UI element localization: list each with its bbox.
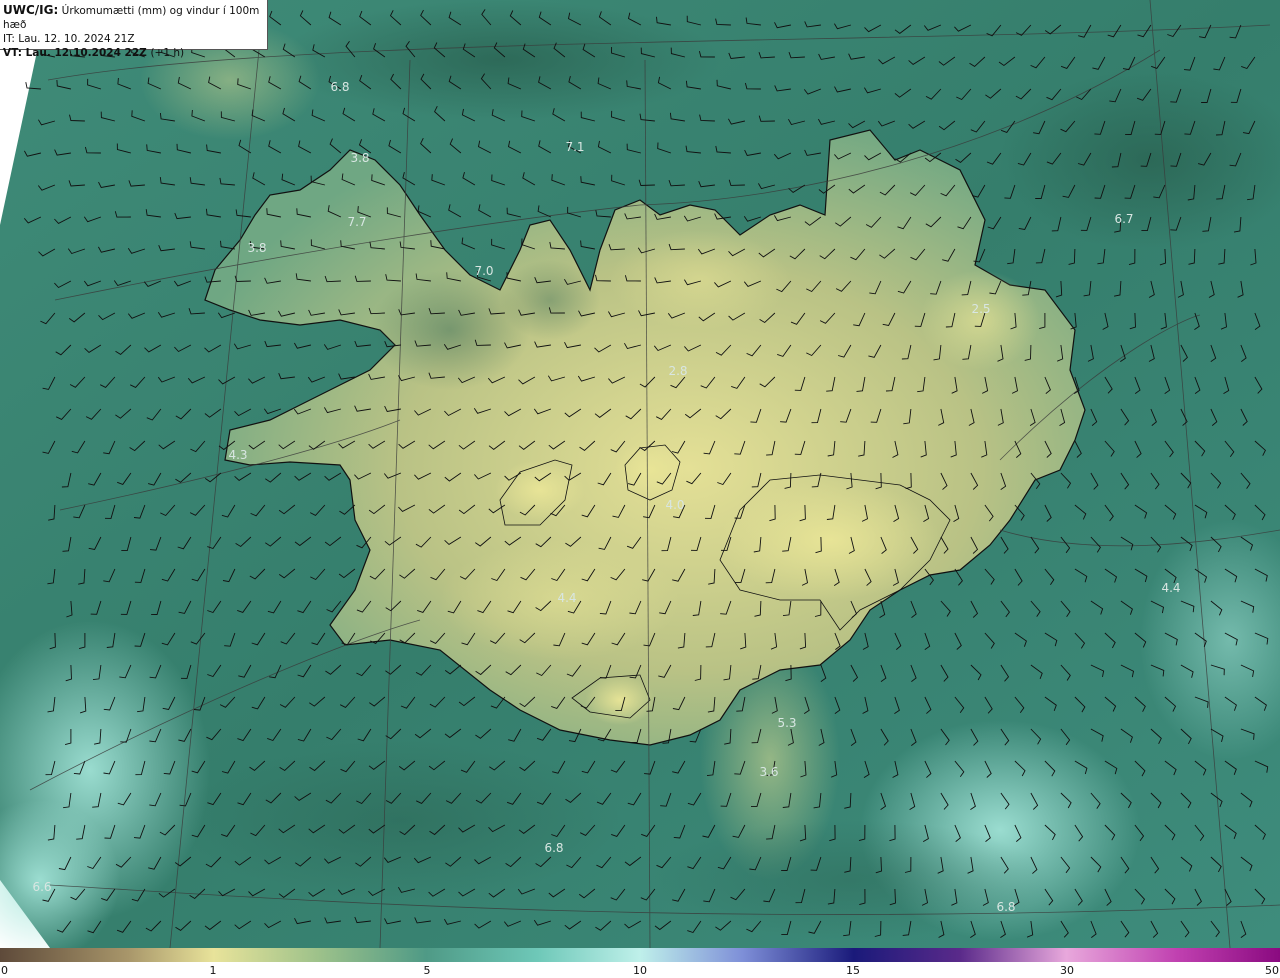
initial-time: IT: Lau. 12. 10. 2024 21Z (3, 33, 135, 45)
colorbar-tick: 1 (209, 964, 217, 977)
value-label: 6.8 (544, 841, 563, 855)
value-label: 2.8 (668, 364, 687, 378)
value-label: 7.7 (347, 215, 366, 229)
valid-time-line: VT: Lau. 12.10.2024 22Z (+1 h) (3, 46, 267, 60)
value-label: 6.7 (1114, 212, 1133, 226)
value-label: 3.8 (350, 151, 369, 165)
colorbar-tick: 10 (633, 964, 647, 977)
value-label: 4.4 (557, 591, 576, 605)
value-label: 7.0 (474, 264, 493, 278)
colorbar-tick: 5 (423, 964, 431, 977)
colorbar-tick: 15 (846, 964, 860, 977)
valid-offset: (+1 h) (150, 47, 185, 59)
value-label: 3.8 (247, 241, 266, 255)
colorbar-tick: 30 (1060, 964, 1074, 977)
value-label: 4.3 (228, 448, 247, 462)
value-label: 6.6 (32, 880, 51, 894)
map-title-line: UWC/IG: Úrkomumætti (mm) og vindur í 100… (3, 3, 267, 32)
value-label: 4.4 (1161, 581, 1180, 595)
value-label: 5.3 (777, 716, 796, 730)
value-label: 3.6 (759, 765, 778, 779)
model-name: UWC/IG: (3, 3, 59, 17)
valid-time: VT: Lau. 12.10.2024 22Z (3, 47, 147, 59)
colorbar-tick: 0 (1, 964, 8, 977)
value-label: 6.8 (996, 900, 1015, 914)
colorbar-tick: 50 (1265, 964, 1279, 977)
colorbar (0, 948, 1280, 962)
value-label: 6.8 (330, 80, 349, 94)
map-info-box: UWC/IG: Úrkomumætti (mm) og vindur í 100… (0, 0, 268, 59)
value-label: 4.0 (665, 498, 684, 512)
forecast-map[interactable]: 6.8 3.8 7.1 7.7 3.8 7.0 6.7 2.5 2.8 4.3 … (0, 0, 1280, 948)
value-label: 2.5 (971, 302, 990, 316)
colorbar-labels: 0 1 5 10 15 30 50 (0, 962, 1280, 978)
value-label: 7.1 (565, 140, 584, 154)
